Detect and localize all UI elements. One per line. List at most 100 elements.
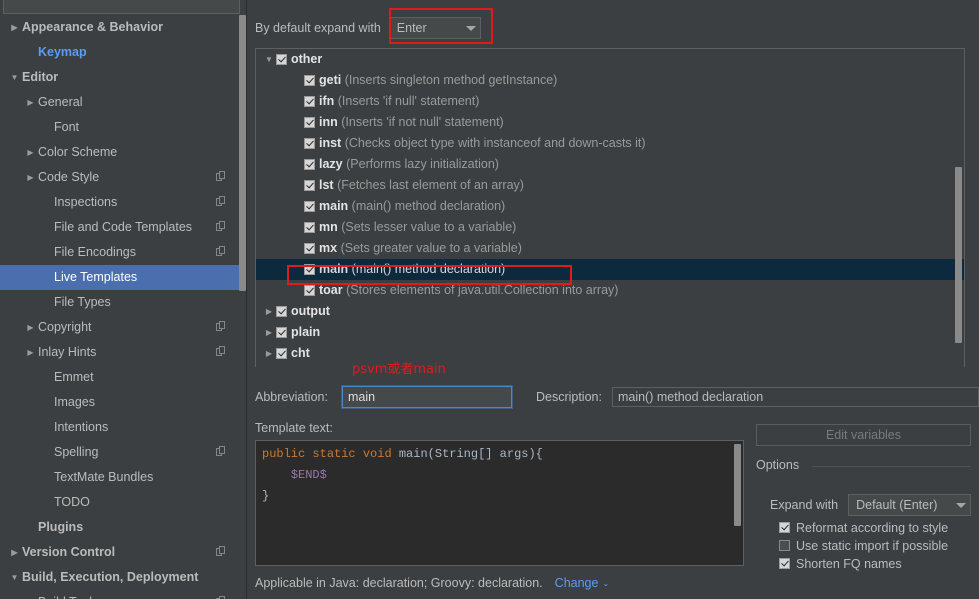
sidebar-item-editor[interactable]: ▼ Editor — [0, 65, 247, 90]
checkbox-icon[interactable] — [304, 263, 315, 275]
checkbox-icon[interactable] — [304, 158, 315, 170]
template-text-editor[interactable]: public static void main(String[] args){ … — [255, 440, 744, 566]
copy-settings-icon[interactable] — [216, 196, 227, 208]
copy-settings-icon[interactable] — [216, 346, 227, 358]
chevron-down-icon[interactable]: ⌄ — [602, 579, 609, 588]
sidebar-item-code-style[interactable]: ▶ Code Style — [0, 165, 247, 190]
sidebar-item-todo[interactable]: ▶TODO — [0, 490, 247, 515]
template-row[interactable]: ▶ toar (Stores elements of java.util.Coll… — [256, 280, 964, 301]
checkbox-icon[interactable] — [304, 95, 315, 107]
default-expand-dropdown[interactable]: Enter — [388, 17, 481, 39]
option-use-static-import[interactable]: Use static import if possible — [779, 539, 948, 553]
sidebar-item-font[interactable]: ▶Font — [0, 115, 247, 140]
checkbox-icon[interactable] — [276, 326, 287, 338]
sidebar-item-textmate-bundles[interactable]: ▶TextMate Bundles — [0, 465, 247, 490]
chevron-right-icon[interactable]: ▶ — [262, 322, 276, 343]
copy-settings-icon[interactable] — [216, 171, 227, 183]
chevron-down-icon[interactable]: ▼ — [8, 65, 21, 90]
description-input[interactable] — [611, 387, 979, 407]
sidebar-tree[interactable]: ▶Appearance & Behavior▶Keymap▼Editor▶Gen… — [0, 15, 247, 599]
sidebar-item-spelling[interactable]: ▶Spelling — [0, 440, 247, 465]
sidebar-item-live-templates[interactable]: ▶Live Templates — [0, 265, 247, 290]
sidebar-item-inlay-hints[interactable]: ▶ Inlay Hints — [0, 340, 247, 365]
search-input[interactable] — [4, 1, 239, 15]
chevron-right-icon[interactable]: ▶ — [24, 315, 37, 340]
checkbox-icon[interactable] — [779, 558, 790, 569]
chevron-down-icon[interactable]: ▼ — [262, 49, 276, 70]
template-row[interactable]: ▶ main (main() method declaration) — [256, 259, 964, 280]
checkbox-icon[interactable] — [276, 347, 287, 359]
copy-settings-icon[interactable] — [216, 446, 227, 458]
sidebar-item-file-and-code-templates[interactable]: ▶File and Code Templates — [0, 215, 247, 240]
checkbox-icon[interactable] — [779, 522, 790, 533]
sidebar-item-copyright[interactable]: ▶ Copyright — [0, 315, 247, 340]
checkbox-icon[interactable] — [304, 116, 315, 128]
copy-settings-icon[interactable] — [216, 321, 227, 333]
chevron-right-icon[interactable]: ▶ — [24, 140, 37, 165]
sidebar-item-color-scheme[interactable]: ▶ Color Scheme — [0, 140, 247, 165]
sidebar-item-images[interactable]: ▶Images — [0, 390, 247, 415]
checkbox-icon[interactable] — [304, 221, 315, 233]
sidebar-item-intentions[interactable]: ▶Intentions — [0, 415, 247, 440]
template-list-tree[interactable]: ▼ other ▶ geti (Inserts singleton method ge… — [255, 48, 965, 367]
sidebar-item-emmet[interactable]: ▶Emmet — [0, 365, 247, 390]
checkbox-icon[interactable] — [304, 74, 315, 86]
option-shorten-fq-names[interactable]: Shorten FQ names — [779, 557, 902, 571]
option-reformat-according-to-style[interactable]: Reformat according to style — [779, 521, 948, 535]
template-code[interactable]: public static void main(String[] args){ … — [256, 441, 743, 510]
chevron-down-icon[interactable]: ▼ — [8, 565, 21, 590]
sidebar-item-general[interactable]: ▶ General — [0, 90, 247, 115]
checkbox-icon[interactable] — [304, 242, 315, 254]
expand-with-dropdown[interactable]: Default (Enter) — [848, 494, 971, 516]
chevron-right-icon[interactable]: ▶ — [262, 343, 276, 364]
copy-settings-icon[interactable] — [216, 246, 227, 258]
settings-search-field[interactable] — [3, 0, 240, 15]
sidebar-scrollbar[interactable] — [239, 15, 246, 291]
change-context-link[interactable]: Change — [555, 576, 599, 590]
template-list-scrollbar[interactable] — [955, 167, 962, 343]
chevron-right-icon[interactable]: ▶ — [24, 590, 37, 599]
chevron-right-icon[interactable]: ▶ — [8, 540, 21, 565]
checkbox-icon[interactable] — [779, 540, 790, 551]
sidebar-item-inspections[interactable]: ▶Inspections — [0, 190, 247, 215]
edit-variables-button[interactable]: Edit variables — [756, 424, 971, 446]
chevron-right-icon[interactable]: ▶ — [24, 340, 37, 365]
template-group-row[interactable]: ▼ other — [256, 49, 964, 70]
template-group-row[interactable]: ▶ output — [256, 301, 964, 322]
sidebar-item-build-execution-deployment[interactable]: ▼ Build, Execution, Deployment — [0, 565, 247, 590]
template-group-row[interactable]: ▶ plain — [256, 322, 964, 343]
abbreviation-input[interactable] — [340, 385, 513, 409]
template-row[interactable]: ▶ ifn (Inserts 'if null' statement) — [256, 91, 964, 112]
expand-with-row: Expand with Default (Enter) — [770, 494, 971, 516]
chevron-right-icon[interactable]: ▶ — [24, 90, 37, 115]
checkbox-icon[interactable] — [304, 200, 315, 212]
template-row[interactable]: ▶ mn (Sets lesser value to a variable) — [256, 217, 964, 238]
chevron-right-icon[interactable]: ▶ — [8, 15, 21, 40]
template-row[interactable]: ▶ geti (Inserts singleton method getInsta… — [256, 70, 964, 91]
sidebar-item-build-tools[interactable]: ▶Build Tools — [0, 590, 247, 599]
copy-settings-icon[interactable] — [216, 221, 227, 233]
sidebar-item-file-encodings[interactable]: ▶File Encodings — [0, 240, 247, 265]
checkbox-icon[interactable] — [276, 305, 287, 317]
template-row[interactable]: ▶ main (main() method declaration) — [256, 196, 964, 217]
template-row[interactable]: ▶ lst (Fetches last element of an array) — [256, 175, 964, 196]
chevron-right-icon[interactable]: ▶ — [262, 301, 276, 322]
template-abbreviation: lazy — [319, 157, 343, 172]
checkbox-icon[interactable] — [304, 137, 315, 149]
spacer-icon: ▶ — [290, 196, 304, 217]
sidebar-item-appearance-behavior[interactable]: ▶ Appearance & Behavior — [0, 15, 247, 40]
sidebar-item-file-types[interactable]: ▶File Types — [0, 290, 247, 315]
sidebar-item-keymap[interactable]: ▶Keymap — [0, 40, 247, 65]
copy-settings-icon[interactable] — [216, 546, 227, 558]
checkbox-icon[interactable] — [304, 284, 315, 296]
template-row[interactable]: ▶ inst (Checks object type with instanceo… — [256, 133, 964, 154]
checkbox-icon[interactable] — [304, 179, 315, 191]
template-row[interactable]: ▶ lazy (Performs lazy initialization) — [256, 154, 964, 175]
template-row[interactable]: ▶ inn (Inserts 'if not null' statement) — [256, 112, 964, 133]
code-editor-scrollbar[interactable] — [734, 444, 741, 526]
checkbox-icon[interactable] — [276, 53, 287, 65]
sidebar-item-plugins[interactable]: ▶Plugins — [0, 515, 247, 540]
template-row[interactable]: ▶ mx (Sets greater value to a variable) — [256, 238, 964, 259]
chevron-right-icon[interactable]: ▶ — [24, 165, 37, 190]
sidebar-item-version-control[interactable]: ▶ Version Control — [0, 540, 247, 565]
